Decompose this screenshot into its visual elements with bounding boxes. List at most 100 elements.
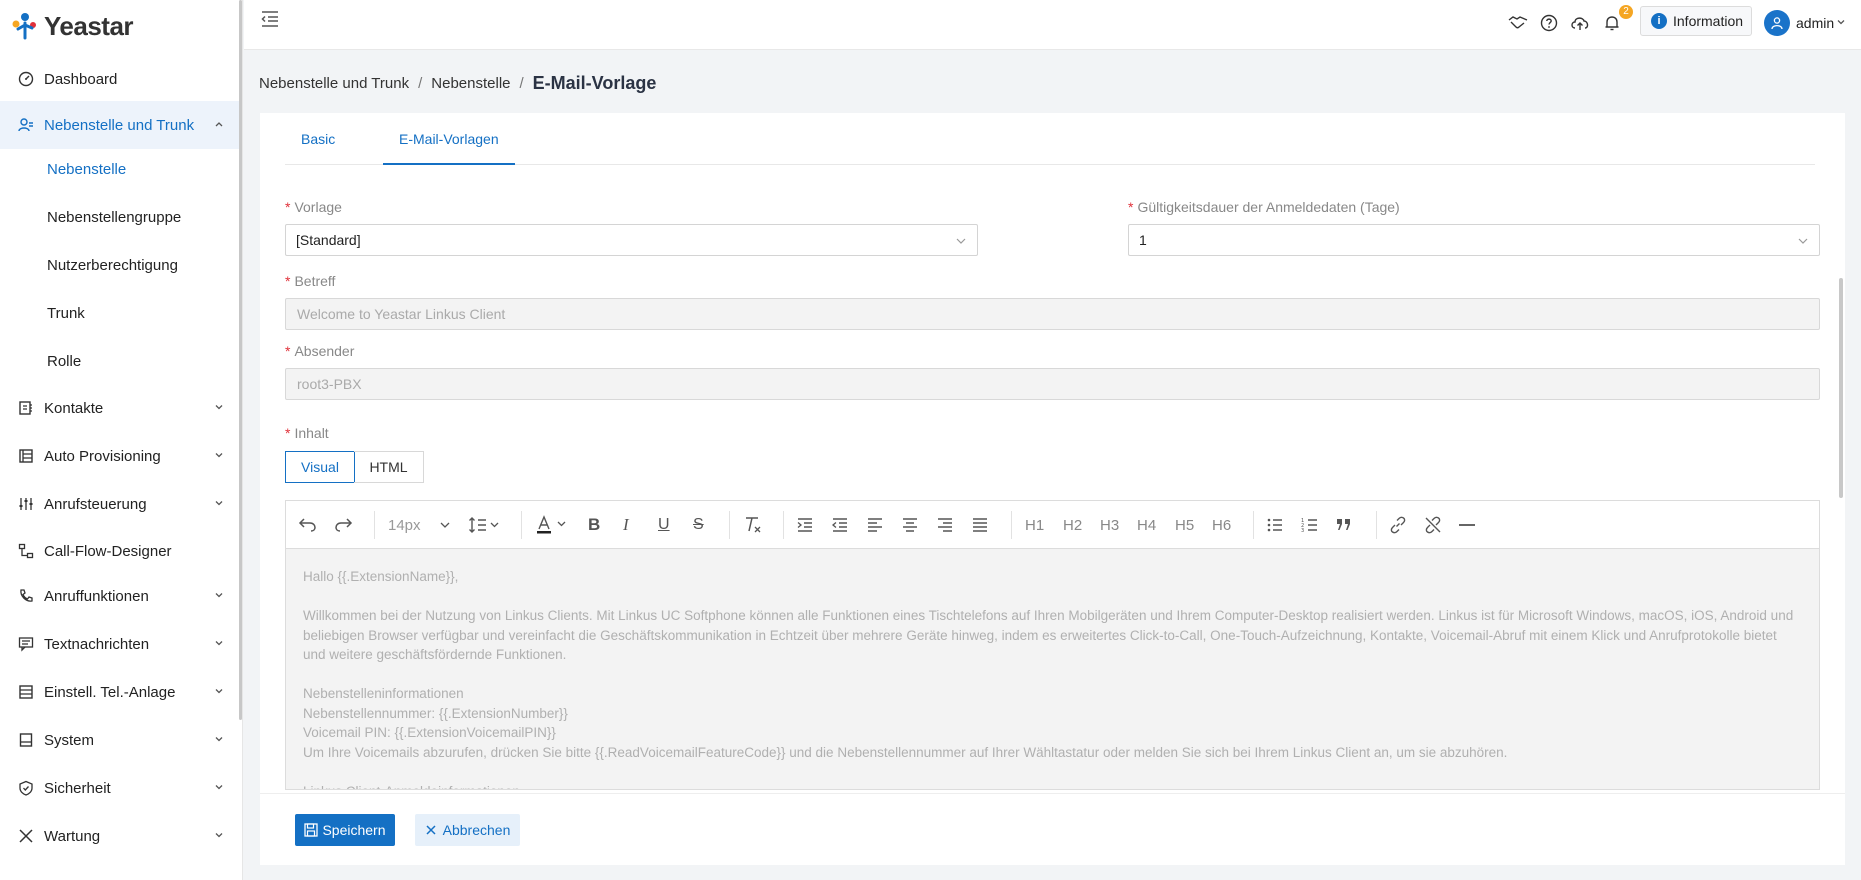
sidebar-item-extension-trunk[interactable]: Nebenstelle und Trunk — [0, 101, 240, 149]
content-line: Um Ihre Voicemails abzurufen, drücken Si… — [303, 744, 1508, 760]
tab-basic[interactable]: Basic — [285, 113, 351, 165]
font-size-select[interactable]: 14px — [388, 515, 458, 535]
clear-format-icon[interactable] — [743, 515, 763, 535]
heading-2-button[interactable]: H2 — [1063, 515, 1082, 535]
content-line: Voicemail PIN: {{.ExtensionVoicemailPIN}… — [303, 725, 556, 740]
sidebar-item-label: Anrufsteuerung — [44, 495, 147, 513]
heading-6-button[interactable]: H6 — [1212, 515, 1231, 535]
horizontal-rule-icon[interactable] — [1458, 515, 1476, 535]
subject-field[interactable]: Welcome to Yeastar Linkus Client — [285, 298, 1820, 330]
brand-name: Yeastar — [44, 10, 134, 41]
template-select[interactable]: [Standard] — [285, 224, 978, 256]
italic-icon[interactable]: I — [623, 515, 629, 535]
sidebar-subitem-extension-group[interactable]: Nebenstellengruppe — [0, 193, 240, 241]
strikethrough-icon[interactable]: S — [693, 515, 704, 535]
notification-bell-icon[interactable]: 2 — [1601, 5, 1633, 34]
handshake-icon[interactable] — [1507, 12, 1529, 34]
chevron-down-icon — [214, 782, 224, 795]
sidebar-subitem-user-permission[interactable]: Nutzerberechtigung — [0, 241, 240, 289]
align-right-icon[interactable] — [936, 515, 954, 535]
rich-text-editor[interactable]: 14px B I U S H1 H2 H3 H4 H5 H6 1 2 3 Hal… — [285, 500, 1820, 790]
sidebar-item-call-flow-designer[interactable]: Call-Flow-Designer — [0, 527, 240, 575]
cancel-button[interactable]: Abbrechen — [415, 814, 520, 846]
bullet-list-icon[interactable] — [1266, 515, 1284, 535]
chevron-down-icon — [214, 638, 224, 651]
sender-field[interactable]: root3-PBX — [285, 368, 1820, 400]
editor-content[interactable]: Hallo {{.ExtensionName}}, Willkommen bei… — [286, 549, 1819, 789]
breadcrumb-extension[interactable]: Nebenstelle — [431, 75, 510, 92]
sidebar-item-contacts[interactable]: Kontakte — [0, 384, 240, 432]
sidebar-item-auto-provisioning[interactable]: Auto Provisioning — [0, 432, 240, 480]
unlink-icon[interactable] — [1423, 515, 1443, 535]
content-scrollbar[interactable] — [1839, 278, 1843, 498]
sidebar-item-label: Auto Provisioning — [44, 447, 161, 465]
pbx-settings-icon — [17, 683, 35, 701]
sidebar-item-call-features[interactable]: Anruffunktionen — [0, 572, 240, 620]
chevron-down-icon — [214, 450, 224, 463]
sidebar-subitem-trunk[interactable]: Trunk — [0, 289, 240, 337]
sidebar: Yeastar Dashboard Nebenstelle und Trunk … — [0, 0, 243, 880]
sidebar-scrollbar[interactable] — [239, 0, 242, 720]
help-icon[interactable] — [1538, 12, 1560, 34]
content-line: Nebenstelleninformationen — [303, 686, 464, 701]
sidebar-subitem-extension[interactable]: Nebenstelle — [0, 145, 240, 193]
chevron-down-icon — [1797, 234, 1809, 246]
font-color-icon[interactable] — [534, 515, 570, 535]
phone-icon — [17, 587, 35, 605]
call-control-icon — [17, 495, 35, 513]
sidebar-item-dashboard[interactable]: Dashboard — [0, 55, 240, 103]
sidebar-item-label: Dashboard — [44, 70, 118, 88]
menu-collapse-icon[interactable] — [260, 10, 280, 28]
link-icon[interactable] — [1388, 515, 1408, 535]
blockquote-icon[interactable] — [1336, 515, 1352, 535]
heading-5-button[interactable]: H5 — [1175, 515, 1194, 535]
indent-icon[interactable] — [796, 515, 814, 535]
shield-icon — [17, 779, 35, 797]
outdent-icon[interactable] — [831, 515, 849, 535]
sidebar-item-security[interactable]: Sicherheit — [0, 764, 240, 812]
sidebar-item-maintenance[interactable]: Wartung — [0, 812, 240, 860]
information-button[interactable]: i Information — [1640, 6, 1752, 36]
undo-icon[interactable] — [298, 515, 318, 535]
yeastar-logo-icon — [12, 13, 36, 40]
chevron-up-icon — [214, 119, 224, 132]
validity-select[interactable]: 1 — [1128, 224, 1820, 256]
sidebar-item-text-messages[interactable]: Textnachrichten — [0, 620, 240, 668]
align-left-icon[interactable] — [866, 515, 884, 535]
visual-mode-button[interactable]: Visual — [285, 451, 355, 483]
heading-4-button[interactable]: H4 — [1137, 515, 1156, 535]
redo-icon[interactable] — [333, 515, 353, 535]
heading-1-button[interactable]: H1 — [1025, 515, 1044, 535]
sidebar-item-pbx-settings[interactable]: Einstell. Tel.-Anlage — [0, 668, 240, 716]
breadcrumb-separator: / — [418, 74, 423, 92]
content-line: Hallo {{.ExtensionName}}, — [303, 569, 459, 584]
align-justify-icon[interactable] — [971, 515, 989, 535]
close-icon — [426, 825, 436, 835]
sidebar-item-label: Wartung — [44, 827, 101, 845]
sidebar-subitem-role[interactable]: Rolle — [0, 337, 240, 385]
bold-icon[interactable]: B — [588, 515, 600, 535]
heading-3-button[interactable]: H3 — [1100, 515, 1119, 535]
cloud-upload-icon[interactable] — [1569, 12, 1591, 34]
toolbar-divider — [1376, 511, 1377, 539]
sidebar-subitem-label: Trunk — [47, 304, 85, 322]
sidebar-item-call-control[interactable]: Anrufsteuerung — [0, 480, 240, 528]
user-menu[interactable]: admin — [1764, 9, 1846, 37]
sidebar-item-label: Sicherheit — [44, 779, 111, 797]
main-card: Basic E-Mail-Vorlagen * Vorlage [Standard… — [260, 113, 1845, 865]
subject-label: * Betreff — [285, 273, 336, 289]
underline-icon[interactable]: U — [658, 515, 670, 535]
yeastar-logo[interactable]: Yeastar — [10, 6, 134, 46]
html-mode-button[interactable]: HTML — [354, 451, 424, 483]
numbered-list-icon[interactable]: 123 — [1301, 515, 1319, 535]
align-center-icon[interactable] — [901, 515, 919, 535]
top-bar: 2 i Information admin — [244, 0, 1861, 50]
required-marker: * — [285, 343, 291, 359]
tab-email-templates[interactable]: E-Mail-Vorlagen — [383, 113, 515, 165]
save-button[interactable]: Speichern — [295, 814, 395, 846]
breadcrumb-extension-trunk[interactable]: Nebenstelle und Trunk — [259, 75, 409, 92]
sidebar-item-system[interactable]: System — [0, 716, 240, 764]
line-height-icon[interactable] — [468, 515, 502, 535]
